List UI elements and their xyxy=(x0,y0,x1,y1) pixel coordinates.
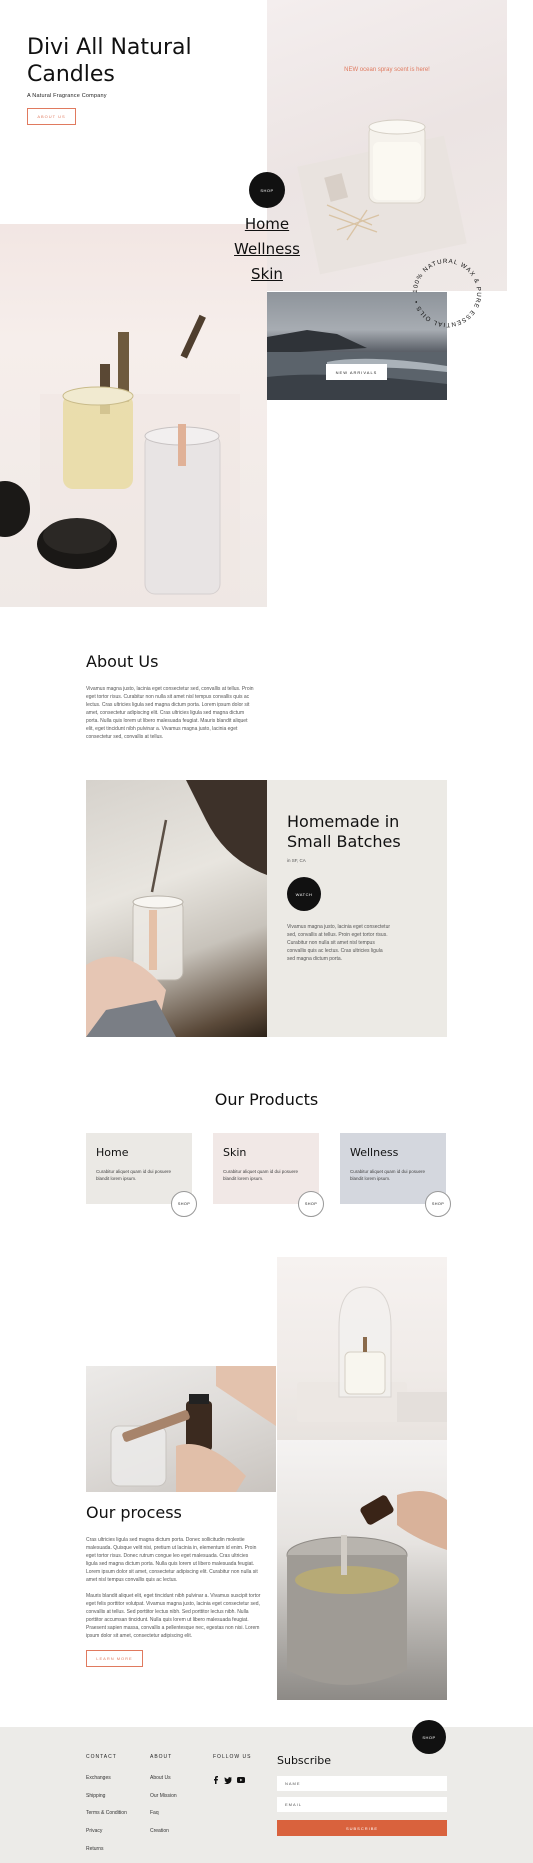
watch-button[interactable]: WATCH xyxy=(287,877,321,911)
nav-wellness-link[interactable]: Wellness xyxy=(222,237,312,262)
footer-link-shipping[interactable]: Shipping xyxy=(86,1793,105,1799)
footer-contact-heading: CONTACT xyxy=(86,1754,117,1760)
learn-more-button[interactable]: LEARN MORE xyxy=(86,1650,143,1667)
product-home-shop-button[interactable]: SHOP xyxy=(171,1191,197,1217)
process-title: Our process xyxy=(86,1503,182,1522)
nav-home-link[interactable]: Home xyxy=(222,212,312,237)
twitter-icon[interactable] xyxy=(224,1776,232,1784)
pot-image xyxy=(277,1440,447,1700)
footer-link-faq[interactable]: Faq xyxy=(150,1810,159,1816)
footer xyxy=(0,1727,533,1863)
footer-link-privacy[interactable]: Privacy xyxy=(86,1828,102,1834)
footer-shop-button[interactable]: SHOP xyxy=(412,1720,446,1754)
circle-badge-text: 100% NATURAL WAX & PURE ESSENTIAL OILS • xyxy=(412,258,481,328)
homemade-body: Vivamus magna justo, lacinia eget consec… xyxy=(287,924,391,962)
footer-follow-heading: FOLLOW US xyxy=(213,1754,252,1760)
subscribe-email-input[interactable] xyxy=(277,1797,447,1812)
dropper-photo xyxy=(110,1366,276,1492)
pouring-photo xyxy=(86,780,267,1037)
hero-nav: Home Wellness Skin xyxy=(222,212,312,287)
products-title: Our Products xyxy=(214,1090,319,1109)
footer-about-heading: ABOUT xyxy=(150,1754,173,1760)
new-arrivals-button[interactable]: NEW ARRIVALS xyxy=(326,364,387,380)
footer-link-returns[interactable]: Returns xyxy=(86,1846,104,1852)
dome-photo xyxy=(297,1286,447,1422)
footer-link-exchanges[interactable]: Exchanges xyxy=(86,1775,111,1781)
natural-wax-circle-badge: 100% NATURAL WAX & PURE ESSENTIAL OILS • xyxy=(412,258,482,328)
dropper-image xyxy=(86,1366,276,1492)
footer-link-terms[interactable]: Terms & Condition xyxy=(86,1810,127,1816)
candle-dome-image xyxy=(277,1257,447,1440)
about-title: About Us xyxy=(86,652,159,671)
subscribe-name-input[interactable] xyxy=(277,1776,447,1791)
product-name: Wellness xyxy=(350,1146,399,1159)
subscribe-title: Subscribe xyxy=(277,1754,332,1767)
footer-link-about-us[interactable]: About Us xyxy=(150,1775,171,1781)
product-wellness-shop-button[interactable]: SHOP xyxy=(425,1191,451,1217)
product-desc: Curabitur aliquet quam id dui posuere bl… xyxy=(96,1169,172,1181)
hero-title: Divi All Natural Candles xyxy=(27,35,192,87)
product-name: Home xyxy=(96,1146,129,1159)
svg-text:100% NATURAL WAX & PURE ESSENT: 100% NATURAL WAX & PURE ESSENTIAL OILS • xyxy=(412,258,482,328)
facebook-icon[interactable] xyxy=(212,1776,220,1784)
promo-text: NEW ocean spray scent is here! xyxy=(344,67,430,73)
product-skin-shop-button[interactable]: SHOP xyxy=(298,1191,324,1217)
product-desc: Curabitur aliquet quam id dui posuere bl… xyxy=(223,1169,299,1181)
hero-subtitle: A Natural Fragrance Company xyxy=(27,93,107,99)
footer-link-our-mission[interactable]: Our Mission xyxy=(150,1793,177,1799)
homemade-title: Homemade in Small Batches xyxy=(287,812,401,851)
product-name: Skin xyxy=(223,1146,247,1159)
about-us-button[interactable]: ABOUT US xyxy=(27,108,76,125)
process-body-1: Cras ultricies ligula sed magna dictum p… xyxy=(86,1537,258,1583)
subscribe-button[interactable]: SUBSCRIBE xyxy=(277,1820,447,1836)
footer-link-creation[interactable]: Creation xyxy=(150,1828,169,1834)
process-body-2: Mauris blandit aliquet elit, eget tincid… xyxy=(86,1593,261,1639)
about-body: Vivamus magna justo, lacinia eget consec… xyxy=(86,686,254,740)
nav-skin-link[interactable]: Skin xyxy=(222,262,312,287)
hero-shop-button[interactable]: SHOP xyxy=(249,172,285,208)
homemade-location: in SF, CA xyxy=(287,858,306,863)
youtube-icon[interactable] xyxy=(237,1776,245,1784)
product-desc: Curabitur aliquet quam id dui posuere bl… xyxy=(350,1169,426,1181)
pot-photo xyxy=(286,1491,447,1685)
homemade-image xyxy=(86,780,267,1037)
